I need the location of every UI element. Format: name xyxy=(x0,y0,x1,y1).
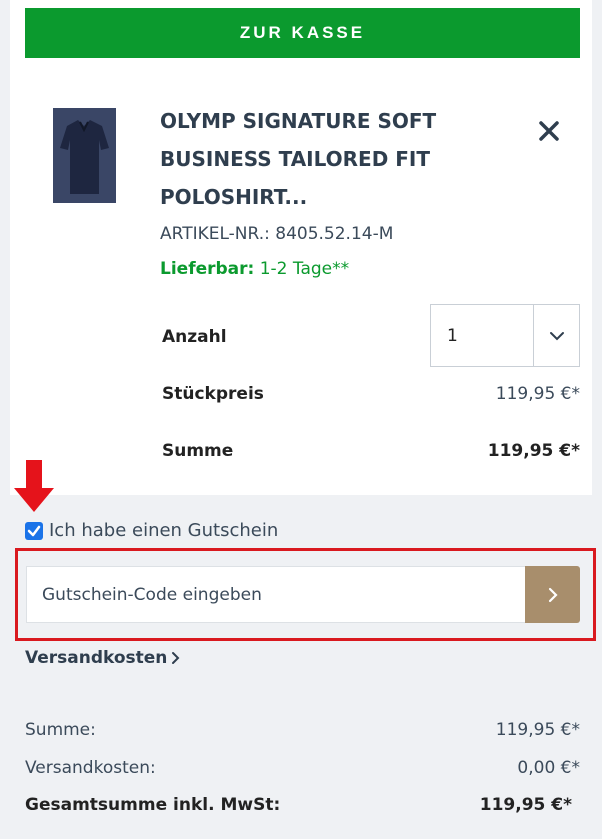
grand-total-label: Gesamtsumme inkl. MwSt: xyxy=(25,795,281,815)
product-image[interactable] xyxy=(53,108,116,203)
voucher-submit-button[interactable] xyxy=(525,566,580,623)
quantity-value: 1 xyxy=(431,305,534,366)
item-sum-value: 119,95 €* xyxy=(487,441,580,461)
chevron-right-icon xyxy=(172,652,180,664)
checkout-button[interactable]: ZUR KASSE xyxy=(25,8,580,58)
shipping-label: Versandkosten: xyxy=(25,758,156,778)
quantity-select[interactable]: 1 xyxy=(430,304,580,367)
unit-price-value: 119,95 €* xyxy=(495,384,580,404)
voucher-checkbox-row[interactable]: Ich habe einen Gutschein xyxy=(25,520,278,541)
shipping-value: 0,00 €* xyxy=(517,758,580,778)
shipping-costs-link[interactable]: Versandkosten xyxy=(25,648,181,668)
item-sum-label: Summe xyxy=(162,441,234,461)
availability-label: Lieferbar: xyxy=(160,259,255,279)
product-sku: ARTIKEL-NR.: 8405.52.14-M xyxy=(160,224,394,244)
availability: Lieferbar: 1-2 Tage** xyxy=(160,259,349,279)
close-icon xyxy=(539,121,559,141)
availability-value: 1-2 Tage** xyxy=(259,259,350,279)
unit-price-label: Stückpreis xyxy=(162,384,264,404)
voucher-checkbox[interactable] xyxy=(25,521,43,540)
voucher-code-input[interactable] xyxy=(26,566,526,623)
grand-total-value: 119,95 €* xyxy=(479,795,572,815)
chevron-right-icon xyxy=(548,587,558,602)
subtotal-value: 119,95 €* xyxy=(495,720,580,740)
quantity-label: Anzahl xyxy=(162,327,227,347)
subtotal-label: Summe: xyxy=(25,720,96,740)
quantity-dropdown-toggle[interactable] xyxy=(534,305,579,366)
checkmark-icon xyxy=(27,525,41,536)
red-arrow-down-icon xyxy=(12,460,56,516)
cart-card xyxy=(10,0,592,495)
product-title[interactable]: OLYMP SIGNATURE SOFT BUSINESS TAILORED F… xyxy=(160,102,460,216)
remove-item-button[interactable] xyxy=(536,118,562,144)
shipping-costs-link-label[interactable]: Versandkosten xyxy=(25,648,167,668)
voucher-checkbox-label[interactable]: Ich habe einen Gutschein xyxy=(49,520,278,541)
chevron-down-icon xyxy=(549,331,564,340)
